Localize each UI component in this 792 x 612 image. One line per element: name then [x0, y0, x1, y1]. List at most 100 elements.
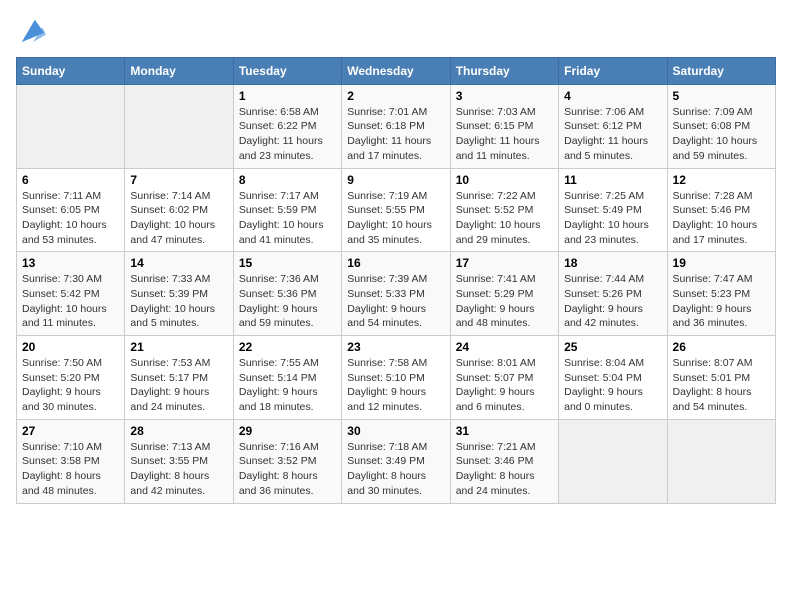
day-number: 11	[564, 173, 661, 187]
day-info: Sunrise: 7:01 AM Sunset: 6:18 PM Dayligh…	[347, 105, 444, 164]
day-number: 6	[22, 173, 119, 187]
calendar-cell: 9Sunrise: 7:19 AM Sunset: 5:55 PM Daylig…	[342, 168, 450, 252]
calendar-week-row: 6 Sunrise: 7:11 AM Sunset: 6:05 PM Daylig…	[17, 168, 776, 252]
day-info: Sunrise: 7:21 AM Sunset: 3:46 PM Dayligh…	[456, 440, 553, 499]
day-info: Sunrise: 7:47 AM Sunset: 5:23 PM Dayligh…	[673, 272, 770, 331]
calendar-cell: 21 Sunrise: 7:53 AM Sunset: 5:17 PM Dayli…	[125, 336, 233, 420]
day-info: Sunrise: 8:04 AM Sunset: 5:04 PM Dayligh…	[564, 356, 661, 415]
weekday-header: Tuesday	[233, 57, 341, 84]
day-number: 25	[564, 340, 661, 354]
day-info: Sunrise: 7:25 AM Sunset: 5:49 PM Dayligh…	[564, 189, 661, 248]
day-info: Sunrise: 7:18 AM Sunset: 3:49 PM Dayligh…	[347, 440, 444, 499]
day-number: 16	[347, 256, 444, 270]
day-info: Sunrise: 7:33 AM Sunset: 5:39 PM Dayligh…	[130, 272, 227, 331]
calendar-cell: 7 Sunrise: 7:14 AM Sunset: 6:02 PM Daylig…	[125, 168, 233, 252]
logo-icon	[18, 16, 46, 44]
calendar-cell	[17, 84, 125, 168]
weekday-header: Sunday	[17, 57, 125, 84]
calendar-cell: 16 Sunrise: 7:39 AM Sunset: 5:33 PM Dayli…	[342, 252, 450, 336]
calendar-cell: 13 Sunrise: 7:30 AM Sunset: 5:42 PM Dayli…	[17, 252, 125, 336]
day-info: Sunrise: 8:01 AM Sunset: 5:07 PM Dayligh…	[456, 356, 553, 415]
calendar-cell: 2 Sunrise: 7:01 AM Sunset: 6:18 PM Daylig…	[342, 84, 450, 168]
calendar-cell: 24 Sunrise: 8:01 AM Sunset: 5:07 PM Dayli…	[450, 336, 558, 420]
calendar-cell: 20Sunrise: 7:50 AM Sunset: 5:20 PM Dayli…	[17, 336, 125, 420]
calendar-week-row: 27 Sunrise: 7:10 AM Sunset: 3:58 PM Dayli…	[17, 419, 776, 503]
calendar-cell: 30 Sunrise: 7:18 AM Sunset: 3:49 PM Dayli…	[342, 419, 450, 503]
calendar-week-row: 13 Sunrise: 7:30 AM Sunset: 5:42 PM Dayli…	[17, 252, 776, 336]
day-number: 26	[673, 340, 770, 354]
day-number: 17	[456, 256, 553, 270]
day-number: 14	[130, 256, 227, 270]
day-info: Sunrise: 8:07 AM Sunset: 5:01 PM Dayligh…	[673, 356, 770, 415]
logo	[16, 16, 46, 49]
day-info: Sunrise: 7:10 AM Sunset: 3:58 PM Dayligh…	[22, 440, 119, 499]
day-number: 7	[130, 173, 227, 187]
calendar-cell: 3 Sunrise: 7:03 AM Sunset: 6:15 PM Daylig…	[450, 84, 558, 168]
logo-text	[16, 16, 46, 49]
day-number: 2	[347, 89, 444, 103]
day-info: Sunrise: 7:55 AM Sunset: 5:14 PM Dayligh…	[239, 356, 336, 415]
calendar-cell: 10 Sunrise: 7:22 AM Sunset: 5:52 PM Dayli…	[450, 168, 558, 252]
day-info: Sunrise: 7:11 AM Sunset: 6:05 PM Dayligh…	[22, 189, 119, 248]
day-info: Sunrise: 7:28 AM Sunset: 5:46 PM Dayligh…	[673, 189, 770, 248]
calendar-cell: 5 Sunrise: 7:09 AM Sunset: 6:08 PM Daylig…	[667, 84, 775, 168]
calendar-cell: 23 Sunrise: 7:58 AM Sunset: 5:10 PM Dayli…	[342, 336, 450, 420]
day-info: Sunrise: 7:30 AM Sunset: 5:42 PM Dayligh…	[22, 272, 119, 331]
day-number: 1	[239, 89, 336, 103]
weekday-header: Wednesday	[342, 57, 450, 84]
calendar-cell: 28 Sunrise: 7:13 AM Sunset: 3:55 PM Dayli…	[125, 419, 233, 503]
day-number: 10	[456, 173, 553, 187]
day-number: 24	[456, 340, 553, 354]
day-number: 22	[239, 340, 336, 354]
day-number: 28	[130, 424, 227, 438]
day-number: 31	[456, 424, 553, 438]
calendar-cell: 6 Sunrise: 7:11 AM Sunset: 6:05 PM Daylig…	[17, 168, 125, 252]
day-info: Sunrise: 7:09 AM Sunset: 6:08 PM Dayligh…	[673, 105, 770, 164]
day-info: Sunrise: 7:53 AM Sunset: 5:17 PM Dayligh…	[130, 356, 227, 415]
day-number: 30	[347, 424, 444, 438]
day-info: Sunrise: 7:41 AM Sunset: 5:29 PM Dayligh…	[456, 272, 553, 331]
calendar-cell: 8Sunrise: 7:17 AM Sunset: 5:59 PM Daylig…	[233, 168, 341, 252]
day-number: 21	[130, 340, 227, 354]
day-number: 3	[456, 89, 553, 103]
day-info: Sunrise: 7:22 AM Sunset: 5:52 PM Dayligh…	[456, 189, 553, 248]
day-number: 5	[673, 89, 770, 103]
day-number: 18	[564, 256, 661, 270]
calendar-cell: 26 Sunrise: 8:07 AM Sunset: 5:01 PM Dayli…	[667, 336, 775, 420]
weekday-header-row: SundayMondayTuesdayWednesdayThursdayFrid…	[17, 57, 776, 84]
day-info: Sunrise: 7:50 AM Sunset: 5:20 PM Dayligh…	[22, 356, 119, 415]
day-info: Sunrise: 7:17 AM Sunset: 5:59 PM Dayligh…	[239, 189, 336, 248]
day-info: Sunrise: 7:06 AM Sunset: 6:12 PM Dayligh…	[564, 105, 661, 164]
day-number: 12	[673, 173, 770, 187]
calendar-cell: 19 Sunrise: 7:47 AM Sunset: 5:23 PM Dayli…	[667, 252, 775, 336]
calendar-cell: 25 Sunrise: 8:04 AM Sunset: 5:04 PM Dayli…	[559, 336, 667, 420]
weekday-header: Friday	[559, 57, 667, 84]
day-number: 15	[239, 256, 336, 270]
calendar-cell: 31 Sunrise: 7:21 AM Sunset: 3:46 PM Dayli…	[450, 419, 558, 503]
calendar-cell: 17 Sunrise: 7:41 AM Sunset: 5:29 PM Dayli…	[450, 252, 558, 336]
day-number: 9	[347, 173, 444, 187]
day-info: Sunrise: 6:58 AM Sunset: 6:22 PM Dayligh…	[239, 105, 336, 164]
day-info: Sunrise: 7:58 AM Sunset: 5:10 PM Dayligh…	[347, 356, 444, 415]
day-number: 19	[673, 256, 770, 270]
calendar-cell	[667, 419, 775, 503]
day-number: 29	[239, 424, 336, 438]
day-number: 23	[347, 340, 444, 354]
day-info: Sunrise: 7:39 AM Sunset: 5:33 PM Dayligh…	[347, 272, 444, 331]
day-info: Sunrise: 7:14 AM Sunset: 6:02 PM Dayligh…	[130, 189, 227, 248]
calendar-cell: 4Sunrise: 7:06 AM Sunset: 6:12 PM Daylig…	[559, 84, 667, 168]
page-header	[16, 16, 776, 49]
weekday-header: Saturday	[667, 57, 775, 84]
day-info: Sunrise: 7:03 AM Sunset: 6:15 PM Dayligh…	[456, 105, 553, 164]
day-number: 13	[22, 256, 119, 270]
day-info: Sunrise: 7:36 AM Sunset: 5:36 PM Dayligh…	[239, 272, 336, 331]
calendar-cell: 29 Sunrise: 7:16 AM Sunset: 3:52 PM Dayli…	[233, 419, 341, 503]
day-info: Sunrise: 7:16 AM Sunset: 3:52 PM Dayligh…	[239, 440, 336, 499]
calendar-cell: 12 Sunrise: 7:28 AM Sunset: 5:46 PM Dayli…	[667, 168, 775, 252]
day-info: Sunrise: 7:13 AM Sunset: 3:55 PM Dayligh…	[130, 440, 227, 499]
calendar-week-row: 1 Sunrise: 6:58 AM Sunset: 6:22 PM Daylig…	[17, 84, 776, 168]
calendar-table: SundayMondayTuesdayWednesdayThursdayFrid…	[16, 57, 776, 504]
calendar-cell: 18Sunrise: 7:44 AM Sunset: 5:26 PM Dayli…	[559, 252, 667, 336]
calendar-cell: 11 Sunrise: 7:25 AM Sunset: 5:49 PM Dayli…	[559, 168, 667, 252]
day-number: 27	[22, 424, 119, 438]
